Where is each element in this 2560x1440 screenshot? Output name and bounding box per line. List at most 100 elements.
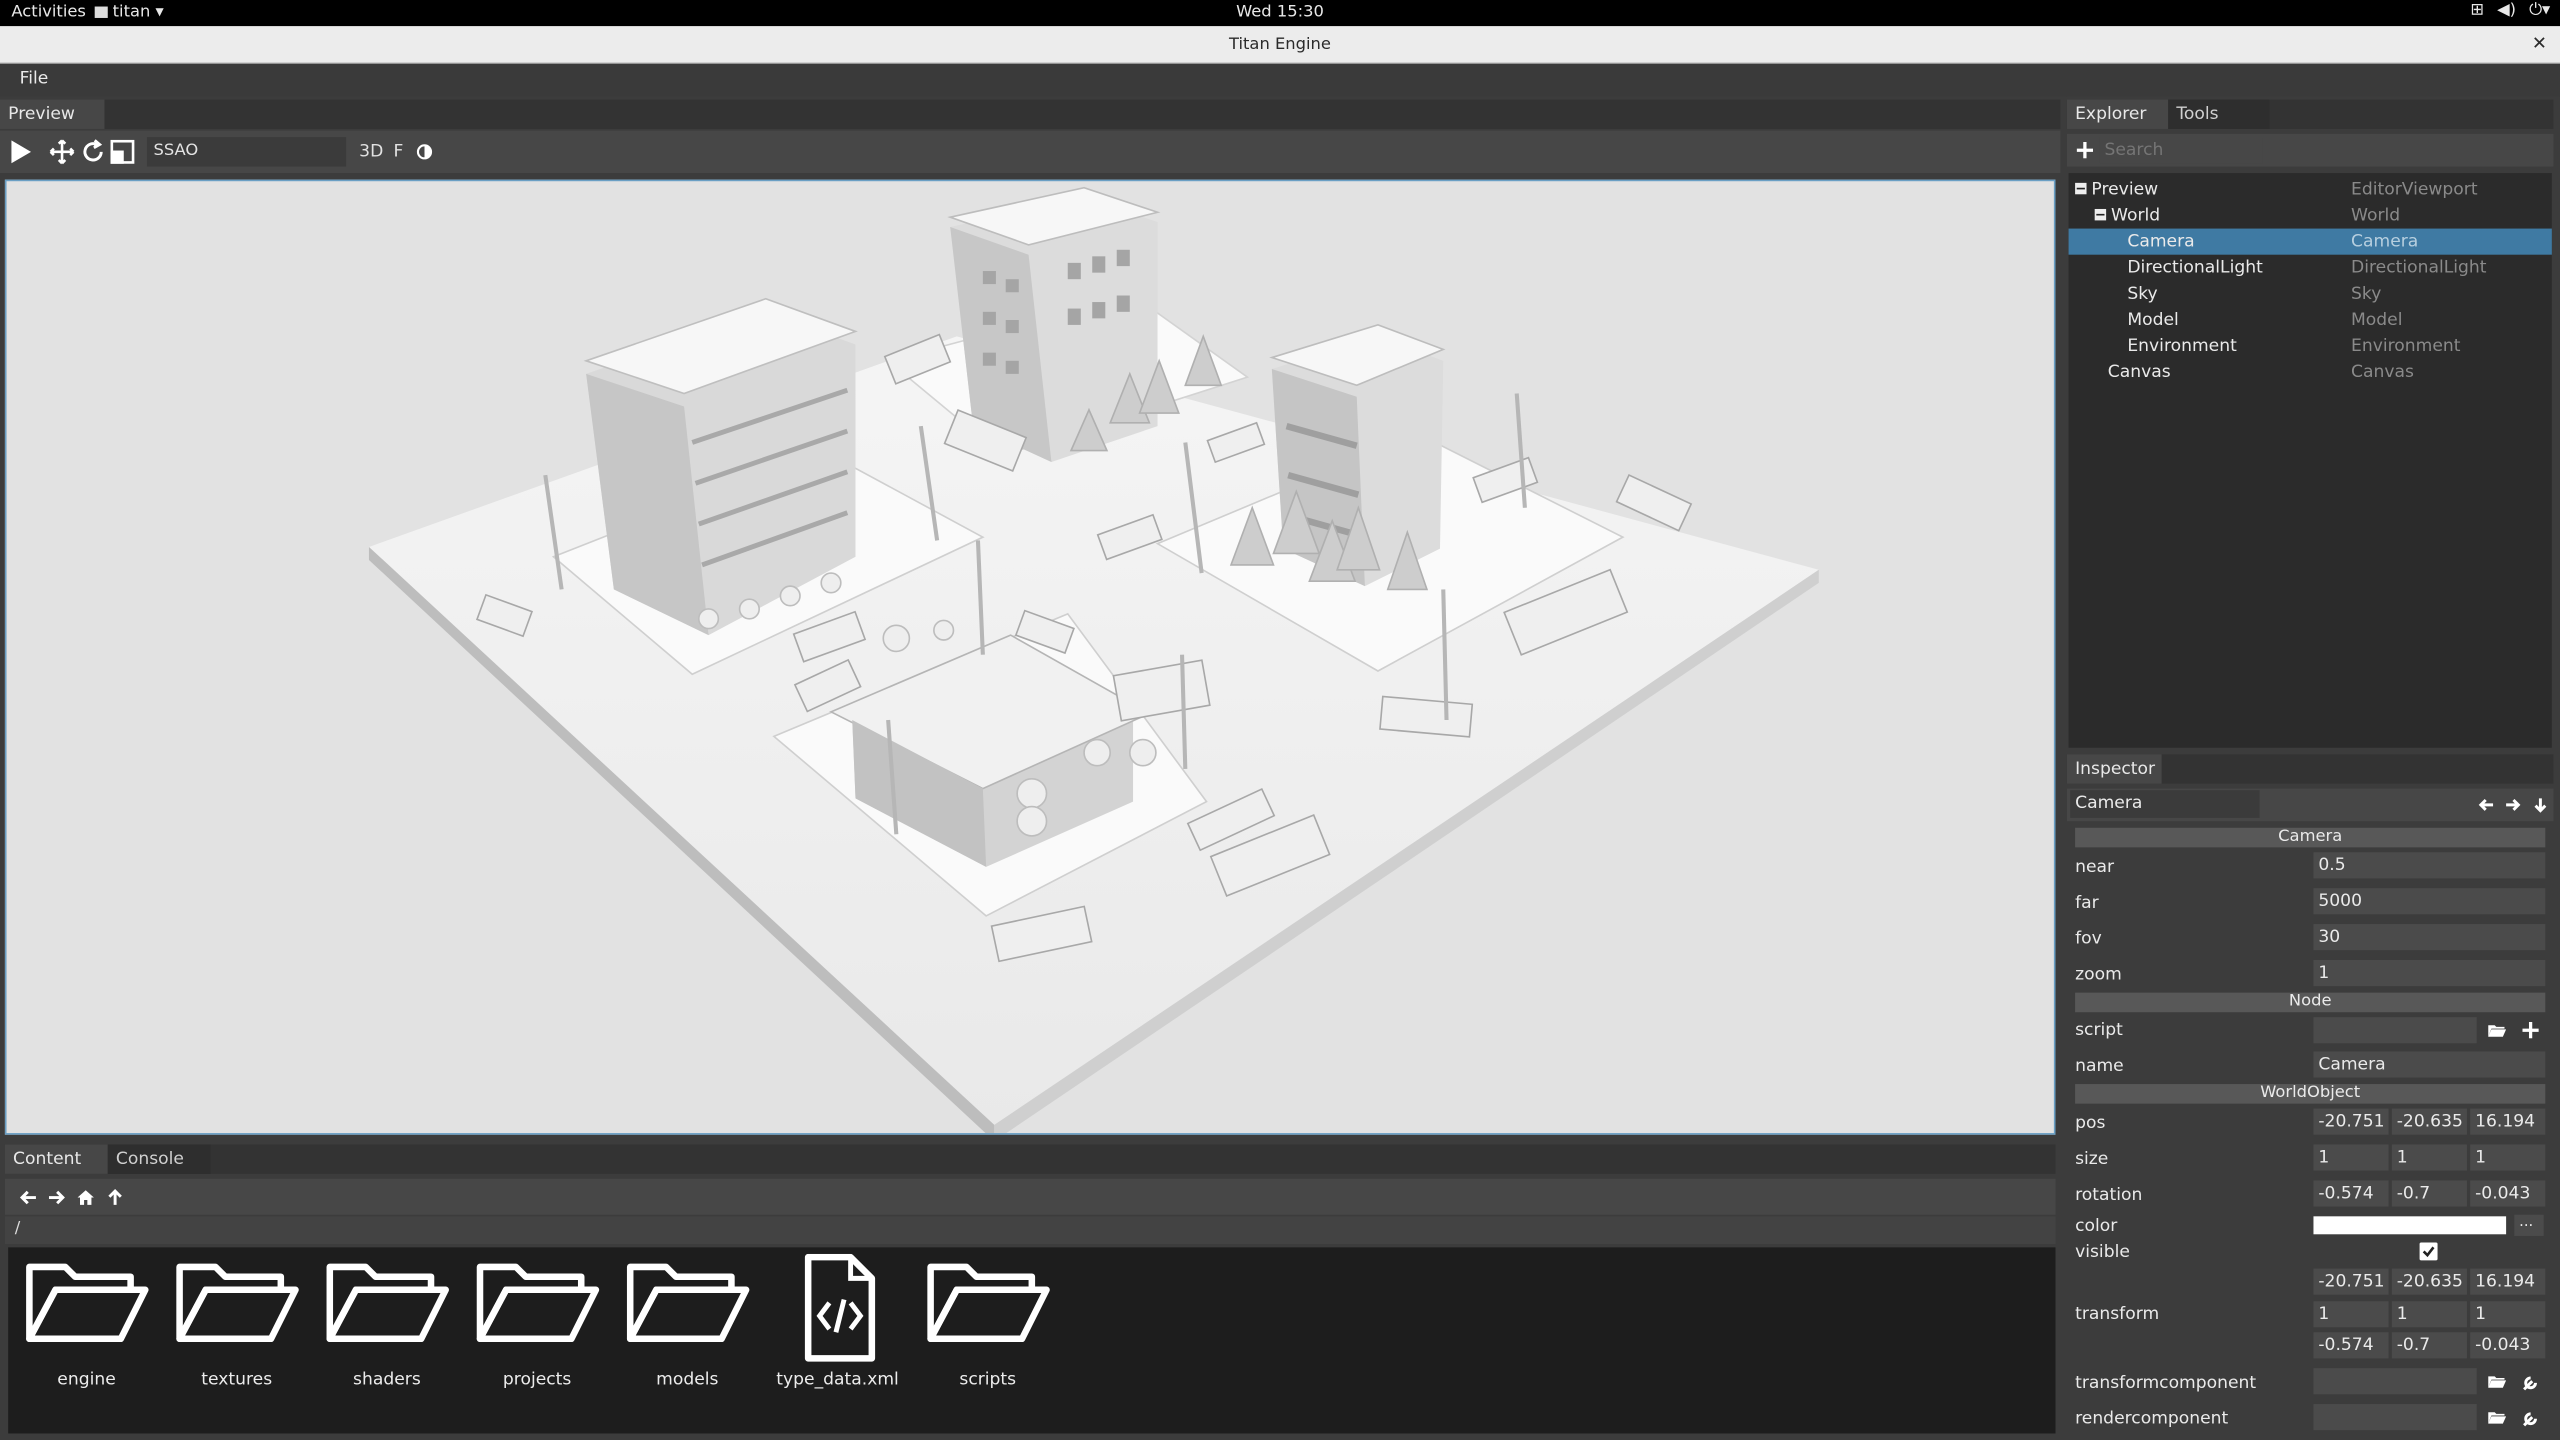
content-browser: engine textures shaders projects models … bbox=[8, 1247, 2056, 1434]
tree-item-environment[interactable]: Environment Environment bbox=[2069, 333, 2552, 359]
content-item-textures[interactable]: textures bbox=[165, 1254, 309, 1389]
prop-size-y[interactable]: 1 bbox=[2391, 1144, 2467, 1171]
mode-3d-button[interactable]: 3D bbox=[359, 142, 383, 162]
collapse-icon[interactable] bbox=[2075, 182, 2087, 195]
home-icon[interactable] bbox=[70, 1182, 99, 1211]
prop-pos-z[interactable]: 16.194 bbox=[2470, 1108, 2546, 1135]
prop-near-input[interactable]: 0.5 bbox=[2313, 852, 2546, 879]
prop-far-input[interactable]: 5000 bbox=[2313, 888, 2546, 915]
tab-preview[interactable]: Preview bbox=[0, 99, 105, 129]
prop-name-input[interactable]: Camera bbox=[2313, 1051, 2546, 1078]
tree-item-preview[interactable]: Preview EditorViewport bbox=[2069, 176, 2552, 202]
wrench-icon[interactable] bbox=[2519, 1406, 2542, 1429]
content-item-projects[interactable]: projects bbox=[465, 1254, 609, 1389]
app-menu[interactable]: titan ▾ bbox=[94, 3, 164, 21]
prop-label-fov: fov bbox=[2075, 928, 2102, 949]
visible-checkbox[interactable] bbox=[2419, 1242, 2438, 1261]
prop-rotation-z[interactable]: -0.043 bbox=[2470, 1180, 2546, 1207]
app-window-icon bbox=[94, 6, 108, 18]
content-item-engine[interactable]: engine bbox=[15, 1254, 159, 1389]
prop-fov-input[interactable]: 30 bbox=[2313, 924, 2546, 951]
prop-pos-y[interactable]: -20.635 bbox=[2391, 1108, 2467, 1135]
prop-label-color: color bbox=[2075, 1216, 2118, 1236]
prop-size-z[interactable]: 1 bbox=[2470, 1144, 2546, 1171]
down-arrow-icon[interactable] bbox=[2529, 793, 2552, 816]
tree-item-name: Camera bbox=[2127, 231, 2195, 252]
prop-transform-0-0[interactable]: -20.751 bbox=[2313, 1268, 2389, 1295]
prop-rotation-x[interactable]: -0.574 bbox=[2313, 1180, 2389, 1207]
prop-size-x[interactable]: 1 bbox=[2313, 1144, 2389, 1171]
tree-item-type: World bbox=[2351, 205, 2401, 226]
move-tool-icon[interactable] bbox=[47, 137, 76, 166]
forward-arrow-icon[interactable] bbox=[2501, 793, 2524, 816]
system-tray[interactable]: ⊞ ◀) ⏻▾ bbox=[2470, 2, 2550, 20]
prop-transform-2-0[interactable]: -0.574 bbox=[2313, 1332, 2389, 1359]
inspector-object-name[interactable]: Camera bbox=[2070, 790, 2260, 818]
code-file-icon bbox=[804, 1253, 876, 1362]
prop-transform-1-0[interactable]: 1 bbox=[2313, 1301, 2389, 1328]
tree-item-name: Model bbox=[2127, 310, 2179, 330]
prop-transform-0-1[interactable]: -20.635 bbox=[2391, 1268, 2467, 1295]
tree-item-name: DirectionalLight bbox=[2127, 257, 2263, 278]
prop-rotation-y[interactable]: -0.7 bbox=[2391, 1180, 2467, 1207]
content-item-scripts[interactable]: scripts bbox=[916, 1254, 1060, 1389]
scale-tool-icon[interactable] bbox=[108, 137, 137, 166]
tab-explorer[interactable]: Explorer bbox=[2066, 99, 2169, 129]
tab-tools[interactable]: Tools bbox=[2168, 99, 2270, 129]
add-icon[interactable] bbox=[2073, 139, 2096, 162]
play-icon[interactable] bbox=[7, 137, 36, 166]
tree-item-directionallight[interactable]: DirectionalLight DirectionalLight bbox=[2069, 255, 2552, 281]
tab-content[interactable]: Content bbox=[4, 1144, 108, 1174]
clock[interactable]: Wed 15:30 bbox=[0, 3, 2560, 21]
explorer-search-input[interactable] bbox=[2099, 137, 2263, 164]
explorer-search-row bbox=[2066, 133, 2554, 167]
prop-label-rotation: rotation bbox=[2075, 1185, 2143, 1205]
prop-transformcomponent-input[interactable] bbox=[2313, 1368, 2477, 1395]
window-title: Titan Engine bbox=[1229, 35, 1331, 54]
mode-f-button[interactable]: F bbox=[393, 142, 403, 162]
folder-open-icon[interactable] bbox=[2485, 1406, 2508, 1429]
folder-icon bbox=[26, 1263, 149, 1343]
up-arrow-icon[interactable] bbox=[100, 1182, 129, 1211]
prop-transform-1-2[interactable]: 1 bbox=[2470, 1301, 2546, 1328]
rotate-tool-icon[interactable] bbox=[78, 137, 107, 166]
tree-item-sky[interactable]: Sky Sky bbox=[2069, 281, 2552, 307]
add-icon[interactable] bbox=[2519, 1019, 2542, 1042]
menu-file[interactable]: File bbox=[20, 69, 49, 89]
tree-item-type: Camera bbox=[2351, 231, 2419, 252]
forward-arrow-icon[interactable] bbox=[41, 1182, 70, 1211]
tab-console[interactable]: Console bbox=[107, 1144, 211, 1174]
tree-item-camera[interactable]: Camera Camera bbox=[2068, 228, 2552, 255]
prop-transform-2-1[interactable]: -0.7 bbox=[2391, 1332, 2467, 1359]
back-arrow-icon[interactable] bbox=[2475, 793, 2498, 816]
prop-label-name: name bbox=[2075, 1056, 2124, 1076]
prop-color-swatch[interactable] bbox=[2313, 1216, 2507, 1235]
close-icon[interactable]: ✕ bbox=[2532, 33, 2547, 54]
path-field[interactable]: / bbox=[4, 1216, 2056, 1245]
prop-script-input[interactable] bbox=[2313, 1017, 2477, 1044]
color-picker-button[interactable]: ... bbox=[2514, 1214, 2544, 1236]
tree-item-canvas[interactable]: Canvas Canvas bbox=[2069, 359, 2552, 385]
contrast-icon[interactable] bbox=[411, 139, 437, 165]
effect-field[interactable]: SSAO bbox=[146, 137, 347, 167]
content-item-shaders[interactable]: shaders bbox=[315, 1254, 459, 1389]
content-item-type-data-xml[interactable]: type_data.xml bbox=[766, 1253, 910, 1389]
scene-viewport[interactable] bbox=[4, 179, 2056, 1135]
content-item-models[interactable]: models bbox=[616, 1254, 760, 1389]
folder-open-icon[interactable] bbox=[2485, 1019, 2508, 1042]
tab-inspector[interactable]: Inspector bbox=[2066, 754, 2162, 784]
prop-transform-0-2[interactable]: 16.194 bbox=[2470, 1268, 2546, 1295]
activities-button[interactable]: Activities bbox=[11, 3, 85, 21]
wrench-icon[interactable] bbox=[2519, 1370, 2542, 1393]
collapse-icon[interactable] bbox=[2094, 208, 2107, 221]
prop-transform-1-1[interactable]: 1 bbox=[2391, 1301, 2467, 1328]
prop-pos-x[interactable]: -20.751 bbox=[2313, 1108, 2389, 1135]
folder-open-icon[interactable] bbox=[2485, 1370, 2508, 1393]
back-arrow-icon[interactable] bbox=[13, 1182, 42, 1211]
tree-item-type: Model bbox=[2351, 310, 2403, 330]
prop-zoom-input[interactable]: 1 bbox=[2313, 959, 2546, 987]
tree-item-model[interactable]: Model Model bbox=[2069, 307, 2552, 333]
prop-transform-2-2[interactable]: -0.043 bbox=[2470, 1332, 2546, 1359]
tree-item-world[interactable]: World World bbox=[2069, 202, 2552, 228]
prop-rendercomponent-input[interactable] bbox=[2313, 1404, 2477, 1431]
